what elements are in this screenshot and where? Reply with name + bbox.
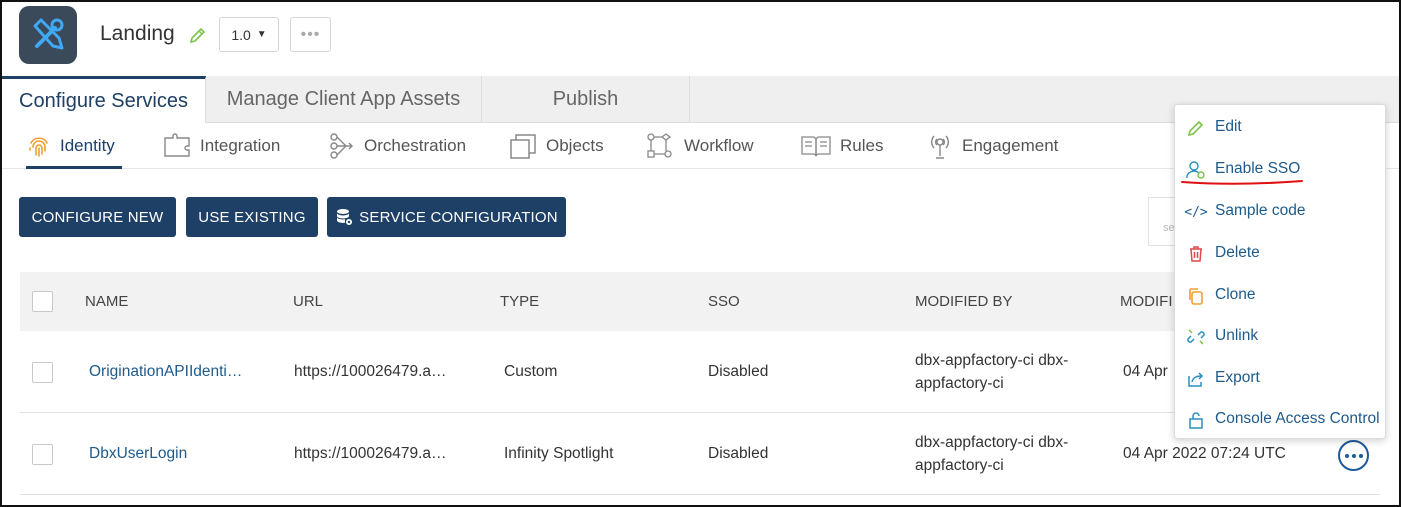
red-annotation-underline (1181, 180, 1303, 185)
column-header-name[interactable]: NAME (85, 272, 128, 331)
app-title: Landing (100, 22, 175, 45)
modified-by-line-1: dbx-appfactory-ci dbx- (915, 352, 1069, 369)
modified-by-line-1: dbx-appfactory-ci dbx- (915, 434, 1069, 451)
service-type: Custom (504, 363, 558, 380)
select-all-checkbox[interactable] (32, 291, 53, 312)
menu-item-label: Sample code (1215, 202, 1306, 219)
column-header-url[interactable]: URL (293, 272, 323, 331)
use-existing-button[interactable]: USE EXISTING (186, 197, 318, 237)
subtab-label: Orchestration (364, 136, 467, 155)
clone-icon (1186, 286, 1206, 306)
header-more-button[interactable]: ••• (290, 17, 331, 52)
version-label: 1.0 (231, 26, 251, 43)
subtab-label: Objects (546, 136, 604, 155)
service-sso: Disabled (708, 363, 769, 380)
row-checkbox[interactable] (32, 444, 53, 465)
lock-icon (1186, 410, 1206, 430)
tab-configure-services[interactable]: Configure Services (2, 76, 206, 124)
menu-item-label: Unlink (1215, 327, 1259, 344)
column-header-modified-on[interactable]: MODIFI (1120, 272, 1173, 331)
orchestration-icon (330, 133, 353, 159)
menu-item-label: Export (1215, 369, 1260, 386)
subtab-engagement[interactable]: Engagement (926, 123, 1058, 169)
menu-item-export[interactable]: Export (1175, 358, 1385, 398)
edit-title-pencil-icon[interactable] (189, 26, 207, 49)
service-modified-by: dbx-appfactory-ci dbx- appfactory-ci (915, 331, 1068, 413)
service-name-link[interactable]: OriginationAPIIdenti… (89, 331, 242, 413)
menu-item-label: Enable SSO (1215, 160, 1301, 177)
dot-icon (1358, 453, 1363, 458)
service-configuration-label: SERVICE CONFIGURATION (359, 208, 558, 226)
service-url: https://100026479.a… (294, 363, 447, 380)
code-icon: </> (1184, 204, 1208, 220)
service-url: https://100026479.a… (294, 445, 447, 462)
tab-manage-client-app-assets[interactable]: Manage Client App Assets (206, 76, 482, 123)
service-modified-on: 04 Apr (1123, 363, 1168, 380)
service-configuration-button[interactable]: SERVICE CONFIGURATION (327, 197, 566, 237)
menu-item-label: Console Access Control (1215, 410, 1380, 427)
dot-icon (1344, 453, 1349, 458)
service-type: Infinity Spotlight (504, 445, 614, 462)
menu-item-console-access-control[interactable]: Console Access Control (1175, 399, 1385, 439)
app-icon (19, 6, 77, 64)
subtab-identity[interactable]: Identity (26, 123, 122, 169)
subtab-rules[interactable]: Rules (800, 123, 883, 169)
puzzle-icon (164, 133, 190, 157)
export-icon (1186, 369, 1206, 389)
subtab-workflow[interactable]: Workflow (646, 123, 754, 169)
menu-item-clone[interactable]: Clone (1175, 275, 1385, 315)
service-modified-by: dbx-appfactory-ci dbx- appfactory-ci (915, 413, 1068, 495)
menu-item-sample-code[interactable]: </> Sample code (1175, 191, 1385, 231)
modified-by-line-2: appfactory-ci (915, 457, 1004, 474)
unlink-icon (1186, 327, 1206, 347)
sso-user-icon (1186, 160, 1206, 180)
row-actions-menu: Edit Enable SSO </> Sample code Delete C… (1174, 104, 1386, 439)
tab-publish[interactable]: Publish (482, 76, 690, 123)
subtab-label: Workflow (684, 136, 754, 155)
row-actions-more-button[interactable] (1338, 440, 1369, 471)
dot-icon (1351, 453, 1356, 458)
modified-by-line-2: appfactory-ci (915, 375, 1004, 392)
version-dropdown[interactable]: 1.0 ▼ (219, 17, 279, 52)
subtab-label: Rules (840, 136, 884, 155)
subtab-orchestration[interactable]: Orchestration (328, 123, 466, 169)
chevron-down-icon: ▼ (256, 29, 267, 40)
menu-item-label: Clone (1215, 286, 1256, 303)
database-gear-icon (337, 209, 353, 225)
subtab-integration[interactable]: Integration (162, 123, 280, 169)
trash-icon (1186, 244, 1206, 264)
subtab-objects[interactable]: Objects (508, 123, 604, 169)
subtab-label: Identity (60, 136, 115, 155)
service-name-link[interactable]: DbxUserLogin (89, 413, 187, 495)
menu-item-label: Edit (1215, 118, 1242, 135)
column-header-modified-by[interactable]: MODIFIED BY (915, 272, 1013, 331)
configure-new-button[interactable]: CONFIGURE NEW (19, 197, 176, 237)
engagement-icon (931, 135, 949, 159)
menu-item-delete[interactable]: Delete (1175, 233, 1385, 273)
rules-book-icon (801, 136, 831, 157)
menu-item-edit[interactable]: Edit (1175, 107, 1385, 147)
subtab-label: Engagement (962, 136, 1059, 155)
objects-icon (510, 134, 536, 159)
menu-item-unlink[interactable]: Unlink (1175, 316, 1385, 356)
row-checkbox[interactable] (32, 362, 53, 383)
menu-item-label: Delete (1215, 244, 1260, 261)
fingerprint-icon (29, 137, 48, 157)
column-header-sso[interactable]: SSO (708, 272, 740, 331)
column-header-type[interactable]: TYPE (500, 272, 539, 331)
subtab-label: Integration (200, 136, 281, 155)
service-sso: Disabled (708, 445, 769, 462)
pencil-icon (1186, 118, 1206, 138)
workflow-icon (647, 133, 672, 158)
